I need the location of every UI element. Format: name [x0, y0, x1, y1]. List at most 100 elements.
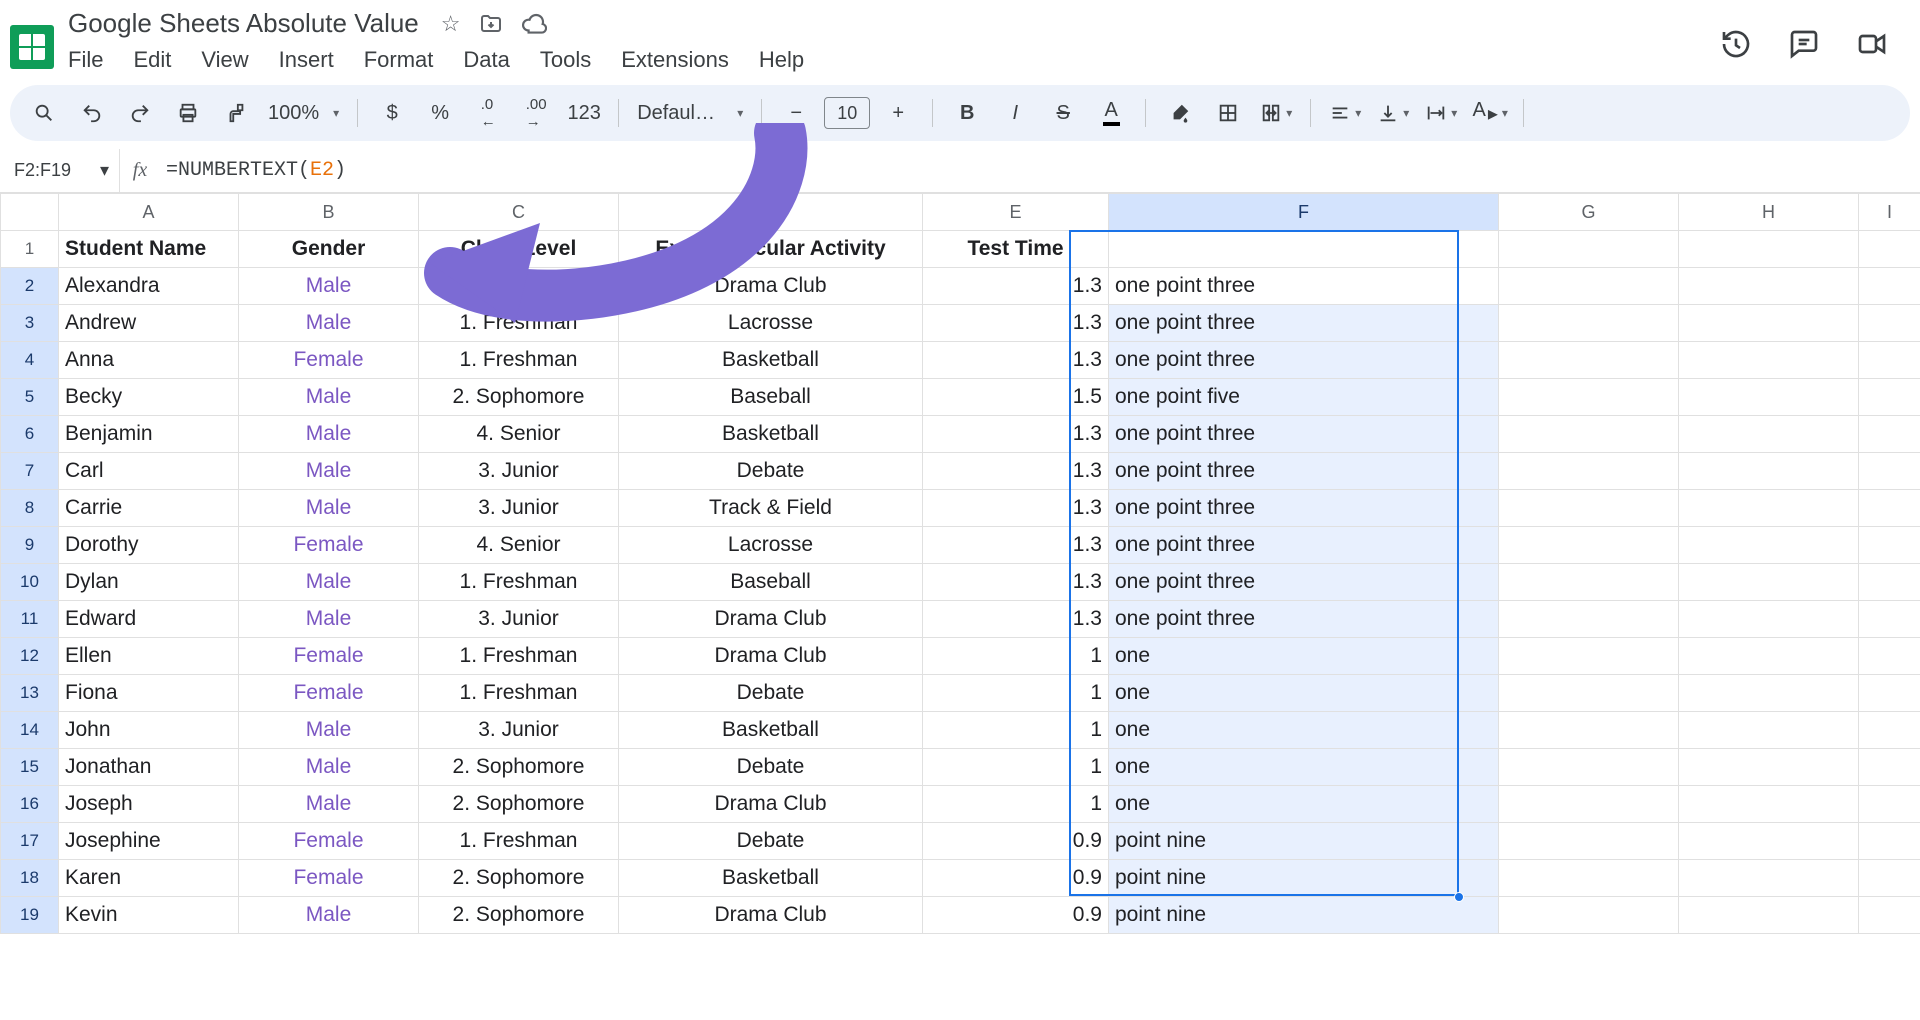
cell[interactable]: one point five	[1109, 379, 1499, 416]
row-header[interactable]: 6	[1, 416, 59, 453]
col-header-I[interactable]: I	[1859, 194, 1920, 231]
search-menus-icon[interactable]	[22, 93, 66, 133]
cell[interactable]: Debate	[619, 749, 923, 786]
meet-icon[interactable]	[1856, 28, 1888, 60]
history-icon[interactable]	[1720, 28, 1752, 60]
cell[interactable]: 1.3	[923, 564, 1109, 601]
row-header[interactable]: 9	[1, 527, 59, 564]
cell[interactable]: Male	[239, 786, 419, 823]
row-header[interactable]: 11	[1, 601, 59, 638]
cell[interactable]	[1679, 897, 1859, 934]
menu-view[interactable]: View	[201, 47, 248, 73]
cell[interactable]: Male	[239, 564, 419, 601]
col-header-E[interactable]: E	[923, 194, 1109, 231]
cell[interactable]: Female	[239, 860, 419, 897]
cell[interactable]: Basketball	[619, 860, 923, 897]
italic-button[interactable]: I	[993, 93, 1037, 133]
cell[interactable]: Drama Club	[619, 601, 923, 638]
cell[interactable]	[1679, 268, 1859, 305]
font-family-select[interactable]: Defaul…	[631, 102, 749, 125]
cell[interactable]: 4. Senior	[419, 527, 619, 564]
cell[interactable]: 1.3	[923, 490, 1109, 527]
cell[interactable]: Carl	[59, 453, 239, 490]
cell[interactable]	[1859, 416, 1920, 453]
cell[interactable]	[1499, 786, 1679, 823]
comments-icon[interactable]	[1788, 28, 1820, 60]
cell[interactable]: Lacrosse	[619, 527, 923, 564]
cell[interactable]	[1859, 786, 1920, 823]
cell[interactable]: Gender	[239, 231, 419, 268]
cell[interactable]	[1859, 823, 1920, 860]
cell[interactable]	[1499, 860, 1679, 897]
cell[interactable]	[1499, 416, 1679, 453]
cell[interactable]	[1499, 749, 1679, 786]
document-title[interactable]: Google Sheets Absolute Value	[64, 6, 423, 41]
row-header[interactable]: 12	[1, 638, 59, 675]
cell[interactable]: one	[1109, 786, 1499, 823]
redo-icon[interactable]	[118, 93, 162, 133]
cell[interactable]	[1859, 749, 1920, 786]
cell[interactable]: Fiona	[59, 675, 239, 712]
cell[interactable]: 2. Sophomore	[419, 749, 619, 786]
cell[interactable]: Drama Club	[619, 786, 923, 823]
cell[interactable]: Andrew	[59, 305, 239, 342]
menu-insert[interactable]: Insert	[279, 47, 334, 73]
cell[interactable]	[1679, 231, 1859, 268]
cell[interactable]	[1679, 860, 1859, 897]
cell[interactable]	[1859, 601, 1920, 638]
cell[interactable]: 2. Sophomore	[419, 897, 619, 934]
cell[interactable]	[1679, 823, 1859, 860]
row-header[interactable]: 5	[1, 379, 59, 416]
cell[interactable]: one	[1109, 712, 1499, 749]
cell[interactable]	[1499, 601, 1679, 638]
spreadsheet-grid[interactable]: A B C D E F G H I 1Student NameGenderCla…	[0, 193, 1920, 934]
cell[interactable]	[1499, 638, 1679, 675]
col-header-A[interactable]: A	[59, 194, 239, 231]
cell[interactable]: one point three	[1109, 268, 1499, 305]
cell[interactable]: Becky	[59, 379, 239, 416]
cell[interactable]: Female	[239, 527, 419, 564]
cell[interactable]	[1859, 268, 1920, 305]
menu-data[interactable]: Data	[463, 47, 509, 73]
cell[interactable]	[1859, 527, 1920, 564]
increase-font-button[interactable]: +	[876, 93, 920, 133]
cell[interactable]: Drama Club	[619, 268, 923, 305]
cell[interactable]: Male	[239, 490, 419, 527]
cell[interactable]	[1859, 897, 1920, 934]
cell[interactable]: 1.3	[923, 416, 1109, 453]
cell[interactable]: Debate	[619, 675, 923, 712]
cell[interactable]: point nine	[1109, 823, 1499, 860]
cell[interactable]: Male	[239, 897, 419, 934]
row-header[interactable]: 7	[1, 453, 59, 490]
cell[interactable]: 1.3	[923, 342, 1109, 379]
cell[interactable]: Debate	[619, 453, 923, 490]
cell[interactable]	[1499, 453, 1679, 490]
cell[interactable]	[1679, 786, 1859, 823]
cell[interactable]: 1.3	[923, 305, 1109, 342]
row-header[interactable]: 8	[1, 490, 59, 527]
cell[interactable]	[1679, 416, 1859, 453]
col-header-H[interactable]: H	[1679, 194, 1859, 231]
cell[interactable]	[1499, 823, 1679, 860]
vertical-align-button[interactable]	[1371, 93, 1415, 133]
sheets-logo-icon[interactable]	[10, 25, 54, 69]
cell[interactable]: 1	[923, 712, 1109, 749]
menu-tools[interactable]: Tools	[540, 47, 591, 73]
cell[interactable]	[1859, 564, 1920, 601]
row-header[interactable]: 10	[1, 564, 59, 601]
cell[interactable]: Lacrosse	[619, 305, 923, 342]
cell[interactable]: 3. Junior	[419, 453, 619, 490]
cell[interactable]: one point three	[1109, 490, 1499, 527]
horizontal-align-button[interactable]	[1323, 93, 1367, 133]
cell[interactable]: 1	[923, 638, 1109, 675]
cell[interactable]: Edward	[59, 601, 239, 638]
cell[interactable]: 1. Freshman	[419, 675, 619, 712]
cell[interactable]: 1.3	[923, 601, 1109, 638]
col-header-G[interactable]: G	[1499, 194, 1679, 231]
cell[interactable]: Female	[239, 638, 419, 675]
cell[interactable]: Ellen	[59, 638, 239, 675]
row-header[interactable]: 17	[1, 823, 59, 860]
row-header[interactable]: 18	[1, 860, 59, 897]
cell[interactable]: 1. Freshman	[419, 342, 619, 379]
print-icon[interactable]	[166, 93, 210, 133]
